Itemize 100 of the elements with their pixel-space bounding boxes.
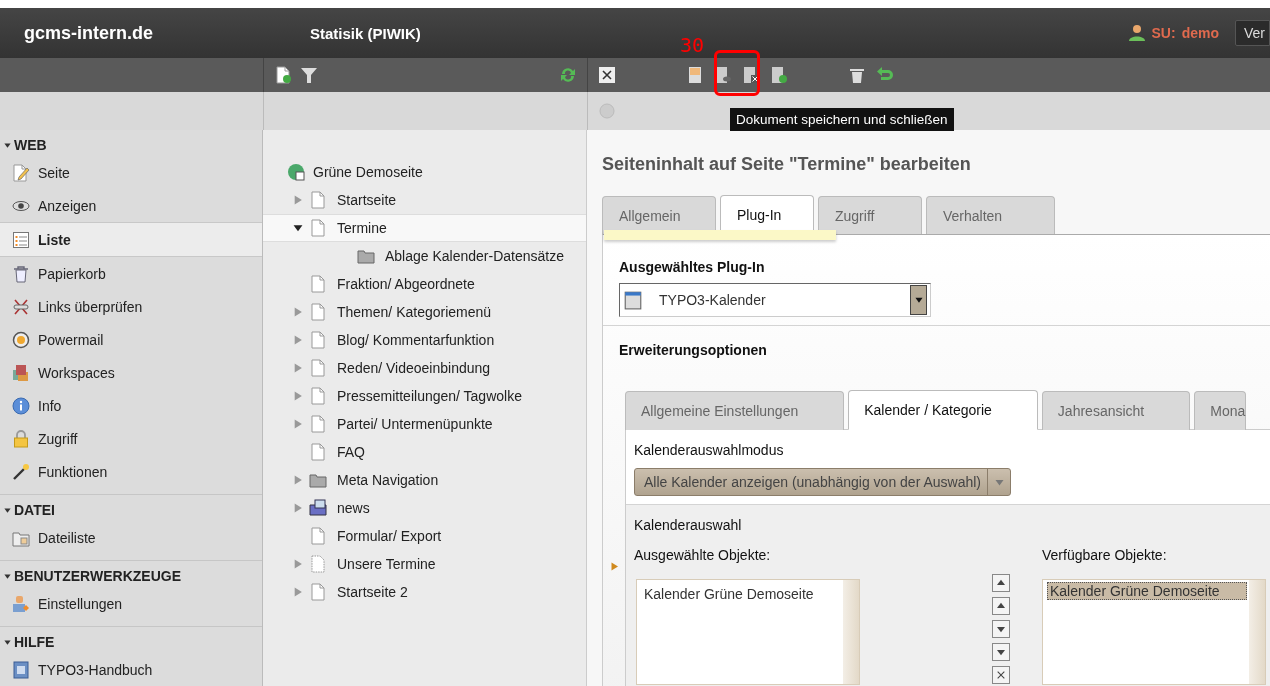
globe-icon	[287, 163, 305, 181]
page-icon	[309, 219, 327, 237]
tab[interactable]: Verhalten	[926, 196, 1055, 235]
page-icon	[309, 583, 327, 601]
module-item[interactable]: Zugriff	[0, 422, 262, 455]
tab[interactable]: Kalender / Kategorie	[848, 390, 1038, 430]
scrollbar[interactable]	[1249, 580, 1265, 684]
caret-right-icon	[293, 363, 303, 373]
broken-link-icon	[12, 297, 30, 316]
module-group-title[interactable]: HILFE	[0, 631, 262, 653]
pencil-page-icon	[12, 163, 30, 182]
caret-down-icon	[4, 638, 11, 646]
caret-down-icon	[914, 296, 923, 304]
move-top-button[interactable]	[992, 574, 1010, 592]
tree-item[interactable]: Themen/ Kategoriemenü	[263, 298, 586, 326]
plugin-select[interactable]: TYPO3-Kalender	[619, 283, 931, 317]
tree-item[interactable]: Formular/ Export	[263, 522, 586, 550]
highlight-ring	[714, 50, 760, 96]
move-down-button[interactable]	[992, 620, 1010, 638]
remove-button[interactable]	[992, 666, 1010, 684]
list-item[interactable]: Kalender Grüne Demoseite	[641, 585, 841, 603]
magic-wand-icon	[12, 462, 30, 481]
folder-icon	[357, 247, 375, 265]
list-item[interactable]: Kalender Grüne Demoseite	[1047, 582, 1247, 600]
tree-item[interactable]: FAQ	[263, 438, 586, 466]
move-up-button[interactable]	[992, 597, 1010, 615]
module-group-title[interactable]: DATEI	[0, 499, 262, 521]
available-list[interactable]: Kalender Grüne Demoseite	[1042, 579, 1266, 685]
page-heading: Seiteninhalt auf Seite "Termine" bearbeiten	[602, 154, 972, 175]
save-close-icon	[742, 66, 760, 84]
tree-item[interactable]: Startseite	[263, 186, 586, 214]
calendar-icon	[623, 290, 643, 310]
tree-item[interactable]: news	[263, 494, 586, 522]
page-icon	[309, 415, 327, 433]
module-item[interactable]: Einstellungen	[0, 587, 262, 620]
save-view-button[interactable]	[714, 66, 732, 84]
filter-button[interactable]	[300, 66, 318, 84]
tab[interactable]: Mona	[1194, 391, 1247, 430]
mode-select[interactable]: Alle Kalender anzeigen (unabhängig von der Auswahl)	[634, 468, 1011, 496]
tree-item[interactable]: Reden/ Videoeinbindung	[263, 354, 586, 382]
tree-item[interactable]: Termine	[263, 214, 586, 242]
module-item[interactable]: TYPO3-Handbuch	[0, 653, 262, 686]
field-label: Kalenderauswahlmodus	[634, 442, 785, 458]
tree-item[interactable]: Startseite 2	[263, 578, 586, 606]
tree-item[interactable]: Partei/ Untermenüpunkte	[263, 410, 586, 438]
move-bottom-button[interactable]	[992, 643, 1010, 661]
close-icon	[598, 66, 616, 84]
module-item[interactable]: Links überprüfen	[0, 290, 262, 323]
caret-right-icon	[610, 562, 619, 571]
tree-item[interactable]: Blog/ Kommentarfunktion	[263, 326, 586, 354]
annotation-number: 30	[680, 33, 705, 57]
module-item[interactable]: Seite	[0, 156, 262, 189]
refresh-button[interactable]	[559, 66, 577, 84]
module-item[interactable]: Liste	[0, 222, 262, 257]
page-icon	[309, 275, 327, 293]
new-page-button[interactable]	[274, 66, 292, 84]
tab[interactable]: Zugriff	[818, 196, 922, 235]
page-icon	[309, 387, 327, 405]
module-item[interactable]: Anzeigen	[0, 189, 262, 222]
tab[interactable]: Allgemeine Einstellungen	[625, 391, 845, 430]
tab[interactable]: Jahresansicht	[1041, 391, 1191, 430]
caret-right-icon	[293, 503, 303, 513]
workspace-select[interactable]: Ver	[1235, 20, 1270, 46]
manual-icon	[12, 660, 30, 679]
tree-item[interactable]: Meta Navigation	[263, 466, 586, 494]
page-icon	[309, 555, 327, 573]
module-item[interactable]: Papierkorb	[0, 257, 262, 290]
tree-item[interactable]: Unsere Termine	[263, 550, 586, 578]
module-group-title[interactable]: WEB	[0, 134, 262, 156]
module-item[interactable]: Dateiliste	[0, 521, 262, 554]
save-new-button[interactable]	[770, 66, 788, 84]
delete-button[interactable]	[848, 66, 866, 84]
caret-right-icon	[293, 391, 303, 401]
tree-item[interactable]: Ablage Kalender-Datensätze	[263, 242, 586, 270]
tree-item[interactable]: Pressemitteilungen/ Tagwolke	[263, 382, 586, 410]
refresh-icon	[559, 66, 577, 84]
module-item[interactable]: Workspaces	[0, 356, 262, 389]
module-item[interactable]: Info	[0, 389, 262, 422]
page-icon	[309, 191, 327, 209]
tree-item[interactable]: Fraktion/ Abgeordnete	[263, 270, 586, 298]
stacked-squares-icon	[12, 363, 30, 382]
caret-down-icon	[4, 572, 11, 580]
site-name: gcms-intern.de	[23, 22, 155, 44]
page-icon	[309, 443, 327, 461]
close-button[interactable]	[598, 66, 616, 84]
caret-down-icon	[994, 477, 1004, 487]
padlock-icon	[12, 429, 30, 448]
module-group-title[interactable]: BENUTZERWERKZEUGE	[0, 565, 262, 587]
selected-list[interactable]: Kalender Grüne Demoseite	[636, 579, 860, 685]
module-item[interactable]: Funktionen	[0, 455, 262, 488]
page-icon	[309, 303, 327, 321]
save-view-icon	[714, 66, 732, 84]
save-button[interactable]	[686, 66, 704, 84]
module-item[interactable]: Powermail	[0, 323, 262, 356]
new-page-icon	[274, 66, 292, 84]
close-icon	[995, 669, 1007, 681]
tree-root[interactable]: Grüne Demoseite	[263, 158, 586, 186]
save-close-button[interactable]	[742, 66, 760, 84]
save-icon	[686, 66, 704, 84]
scrollbar[interactable]	[843, 580, 859, 684]
